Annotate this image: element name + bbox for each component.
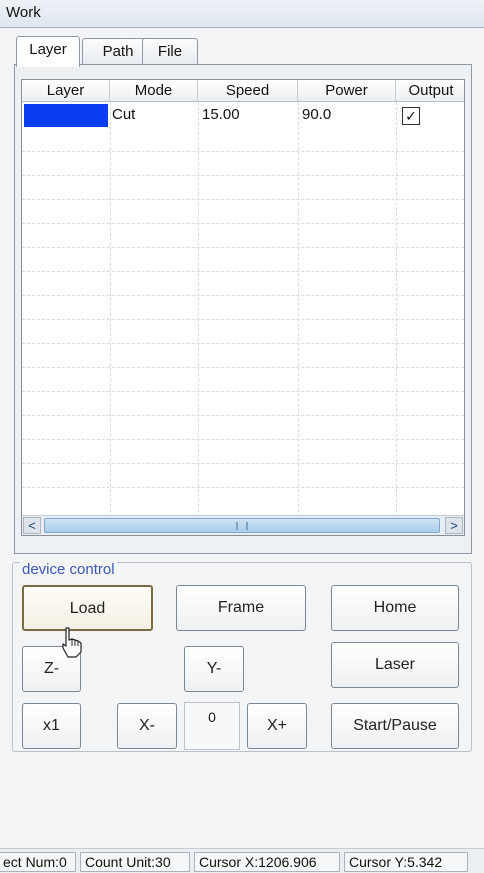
column-header-mode[interactable]: Mode [110,80,198,102]
layer-tab-page: Layer Mode Speed Power Output Cut 15.00 … [14,64,472,554]
column-header-power[interactable]: Power [298,80,396,102]
grid-line [298,102,299,517]
work-panel-title: Work [0,0,484,28]
scrollbar-thumb[interactable] [44,518,440,533]
scroll-right-icon[interactable]: > [445,517,463,534]
layer-table-header: Layer Mode Speed Power Output [22,80,464,102]
column-header-output[interactable]: Output [396,80,464,102]
status-count-unit: Count Unit:30 [80,852,190,872]
status-bar: ect Num:0 Count Unit:30 Cursor X:1206.90… [0,848,484,873]
column-header-speed[interactable]: Speed [198,80,298,102]
scroll-left-icon[interactable]: < [23,517,41,534]
grid-line [396,102,397,517]
grid-line [22,463,464,464]
output-checkbox[interactable]: ✓ [402,107,420,125]
layer-color-swatch[interactable] [24,104,108,127]
cell-speed[interactable]: 15.00 [200,103,240,127]
grid-line [22,319,464,320]
tab-layer[interactable]: Layer [16,36,80,67]
grid-line [110,102,111,517]
horizontal-scrollbar[interactable]: < > [22,515,464,535]
hand-pointer-icon [62,627,82,658]
column-header-layer[interactable]: Layer [22,80,110,102]
status-cursor-x: Cursor X:1206.906 [194,852,340,872]
grid-line [22,391,464,392]
status-select-num: ect Num:0 [0,852,76,872]
grid-line [22,151,464,152]
x1-button[interactable]: x1 [22,703,81,749]
grid-line [22,343,464,344]
grid-line [22,223,464,224]
grid-line [198,102,199,517]
home-button[interactable]: Home [331,585,459,631]
layer-table[interactable]: Layer Mode Speed Power Output Cut 15.00 … [21,79,465,536]
device-control-label: device control [20,561,117,578]
tab-file[interactable]: File [142,38,198,66]
x-minus-button[interactable]: X- [117,703,177,749]
grid-line [22,271,464,272]
load-button[interactable]: Load [22,585,153,631]
grid-line [22,487,464,488]
status-cursor-y: Cursor Y:5.342 [344,852,468,872]
y-minus-button[interactable]: Y- [184,646,244,692]
laser-button[interactable]: Laser [331,642,459,688]
frame-button[interactable]: Frame [176,585,306,631]
grid-line [22,175,464,176]
x-plus-button[interactable]: X+ [247,703,307,749]
cell-power[interactable]: 90.0 [300,103,331,127]
grip-icon [236,522,248,530]
grid-line [22,367,464,368]
grid-line [22,439,464,440]
start-pause-button[interactable]: Start/Pause [331,703,459,749]
grid-line [22,295,464,296]
grid-line [22,199,464,200]
cell-mode[interactable]: Cut [110,103,135,127]
step-value-display[interactable]: 0 [184,702,240,750]
grid-line [22,247,464,248]
grid-line [22,415,464,416]
table-row[interactable]: Cut 15.00 90.0 ✓ [22,103,464,127]
